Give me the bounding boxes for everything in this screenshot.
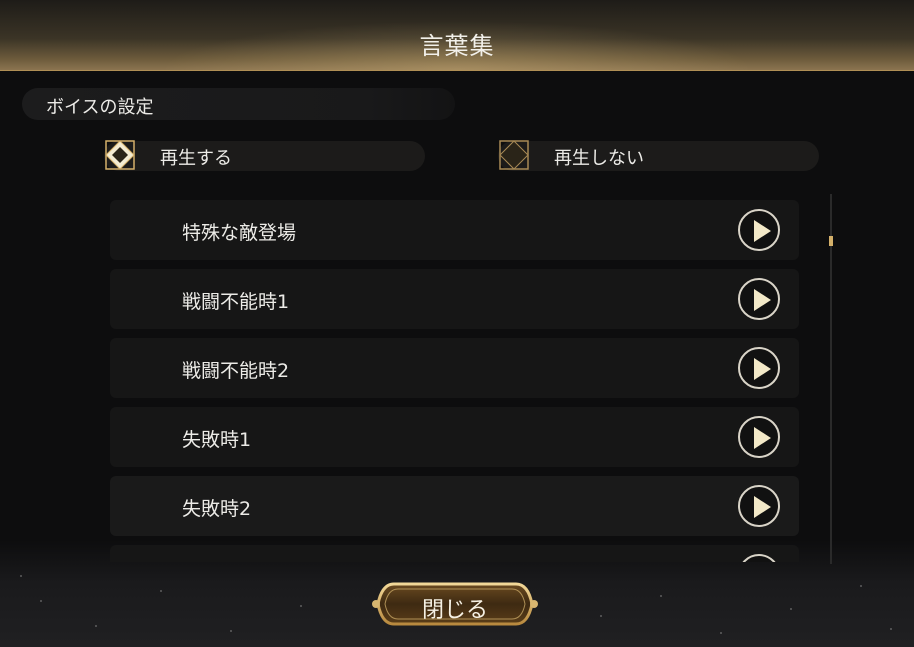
list-item-partial[interactable]	[110, 545, 799, 562]
close-button-label: 閉じる	[421, 598, 488, 623]
scrollbar-thumb[interactable]	[829, 236, 833, 246]
list-item[interactable]: 特殊な敵登場	[110, 200, 799, 260]
play-icon[interactable]	[738, 416, 780, 458]
play-icon[interactable]	[738, 278, 780, 320]
list-item[interactable]: 失敗時2	[110, 476, 799, 536]
voice-label: 戦闘不能時2	[182, 360, 290, 382]
voice-label: 失敗時1	[182, 429, 252, 451]
section-label: ボイスの設定	[46, 97, 154, 118]
list-item[interactable]: 戦闘不能時2	[110, 338, 799, 398]
list-item[interactable]: 失敗時1	[110, 407, 799, 467]
scrollbar[interactable]	[829, 194, 833, 564]
voice-settings-section: ボイスの設定	[22, 88, 455, 120]
play-icon[interactable]	[738, 209, 780, 251]
close-button[interactable]: 閉じる	[372, 580, 538, 628]
list-item[interactable]: 戦闘不能時1	[110, 269, 799, 329]
play-icon[interactable]	[738, 485, 780, 527]
play-icon[interactable]	[738, 347, 780, 389]
dialog-title: 言葉集	[419, 32, 495, 60]
voice-list[interactable]: 特殊な敵登場 戦闘不能時1 戦闘不能時2 失敗時1 失敗時2	[110, 196, 800, 562]
option-play[interactable]: 再生する	[104, 139, 425, 171]
voice-label: 特殊な敵登場	[182, 222, 297, 244]
play-icon[interactable]	[738, 554, 780, 562]
voice-label: 失敗時2	[182, 498, 252, 520]
diamond-radio-icon[interactable]	[498, 139, 530, 171]
diamond-radio-selected-icon[interactable]	[104, 139, 136, 171]
option-play-label: 再生する	[160, 148, 232, 169]
voice-label: 戦闘不能時1	[182, 291, 290, 313]
dialog-header: 言葉集	[0, 0, 914, 71]
option-noplay[interactable]: 再生しない	[498, 139, 819, 171]
option-noplay-label: 再生しない	[554, 148, 644, 169]
